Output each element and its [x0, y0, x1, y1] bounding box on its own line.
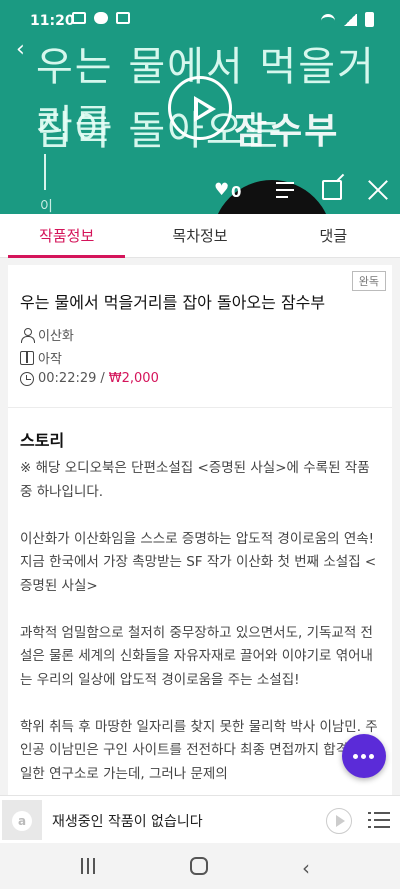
work-info-card: 완독 우는 물에서 먹을거리를 잡아 돌아오는 잠수부 이산화 아작 00:22…: [8, 265, 392, 845]
wifi-icon: [321, 13, 335, 26]
author-row: 이산화: [20, 325, 74, 344]
more-dots-icon: [361, 754, 366, 759]
signal-icon: [343, 13, 357, 26]
system-icons: [321, 12, 374, 27]
status-time: 11:20: [30, 13, 75, 29]
cover-decoration-shape: [212, 180, 332, 214]
work-title: 우는 물에서 먹을거리를 잡아 돌아오는 잠수부: [20, 293, 326, 312]
story-heading: 스토리: [20, 431, 65, 450]
tab-comments[interactable]: 댓글: [267, 214, 400, 257]
duration-price-row: 00:22:29 / ₩2,000: [20, 371, 159, 386]
clock-icon: [20, 371, 34, 386]
add-to-playlist-icon[interactable]: [276, 180, 300, 200]
weather-notification-icon: [116, 12, 130, 24]
play-button[interactable]: [168, 76, 232, 140]
back-nav-icon[interactable]: ‹: [302, 856, 310, 880]
publisher-name: 아작: [38, 352, 62, 367]
completed-badge: 완독: [351, 271, 386, 291]
divider: [8, 407, 392, 408]
separator: /: [100, 371, 105, 386]
person-icon: [20, 327, 35, 343]
player-thumbnail[interactable]: a: [2, 800, 42, 840]
chat-notification-icon: [94, 12, 108, 24]
home-icon[interactable]: [190, 857, 208, 875]
gallery-notification-icon: [72, 12, 86, 24]
share-icon[interactable]: [322, 180, 342, 200]
tab-work-info[interactable]: 작품정보: [0, 214, 133, 258]
player-status-text: 재생중인 작품이 없습니다: [52, 814, 203, 830]
chevron-left-icon: ‹: [16, 37, 25, 62]
recent-apps-icon[interactable]: [80, 858, 96, 874]
detail-tabs: 작품정보 목차정보 댓글: [0, 214, 400, 258]
publisher-row: 아작: [20, 348, 62, 367]
more-options-button[interactable]: [342, 734, 386, 778]
story-text: ※ 해당 오디오북은 단편소설집 <증명된 사실>에 수록된 작품 중 하나입니…: [20, 460, 378, 782]
player-play-button[interactable]: [326, 808, 352, 834]
cover-small-text: 이: [40, 199, 55, 214]
fullscreen-icon[interactable]: [368, 180, 388, 200]
tab-table-of-contents[interactable]: 목차정보: [133, 214, 266, 257]
mini-player: a 재생중인 작품이 없습니다: [0, 795, 400, 843]
system-navigation-bar: ‹: [0, 843, 400, 889]
cover-decoration-line: [44, 154, 46, 190]
book-icon: [20, 350, 34, 365]
duration: 00:22:29: [38, 371, 97, 386]
app-logo-icon: a: [12, 811, 32, 831]
battery-icon: [365, 12, 374, 27]
audiobook-cover-header: 11:20 우는 물에서 먹을거리를 잡아 돌아오는 잠수부 이 ‹ ♥ 0: [0, 0, 400, 214]
price: ₩2,000: [108, 371, 159, 386]
author-name[interactable]: 이산화: [38, 325, 74, 344]
playlist-menu-icon[interactable]: [368, 811, 390, 829]
like-button[interactable]: ♥: [214, 180, 229, 200]
back-button[interactable]: ‹: [16, 38, 40, 62]
cover-title-bold: 잠수부: [234, 111, 340, 152]
notification-icons: [72, 12, 130, 24]
like-count: 0: [231, 183, 242, 201]
